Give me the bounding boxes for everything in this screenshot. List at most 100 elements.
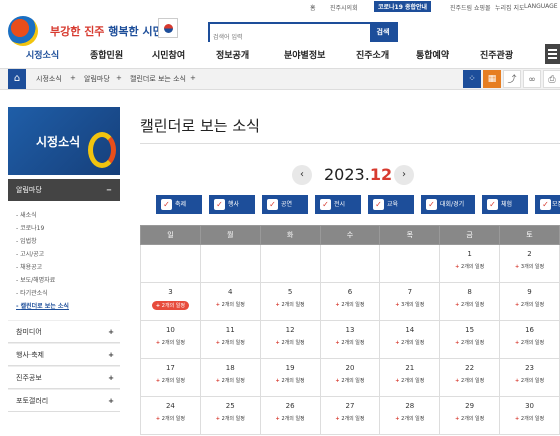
filter-event[interactable]: ✓ 행사 — [209, 195, 255, 214]
calendar-day-cell[interactable]: 28 + 2개의 일정 — [379, 396, 441, 435]
plus-icon[interactable]: + — [70, 74, 76, 82]
nav-item-civil-service[interactable]: 종합민원 — [90, 48, 123, 61]
calendar-day-cell[interactable]: 7 + 3개의 일정 — [379, 282, 441, 321]
calendar-day-cell[interactable]: 4 + 2개의 일정 — [199, 282, 261, 321]
sidebar-sub-item[interactable]: - 입법창 — [16, 236, 120, 249]
topbar-language-link[interactable]: LANGUAGE — [524, 3, 558, 10]
event-count-link[interactable]: + 2개의 일정 — [216, 339, 245, 346]
calendar-day-cell[interactable]: 21 + 2개의 일정 — [379, 358, 441, 397]
nav-item-reservation[interactable]: 통합예약 — [416, 48, 449, 61]
breadcrumb-item[interactable]: 시정소식 — [36, 74, 62, 84]
topbar-home-link[interactable]: 홈 — [310, 3, 316, 12]
event-count-link[interactable]: + 2개의 일정 — [335, 377, 364, 384]
sidebar-sub-item-current[interactable]: - 캘린더로 보는 소식 — [16, 301, 120, 314]
filter-festival[interactable]: ✓ 축제 — [156, 195, 202, 214]
sidebar-sub-item[interactable]: - 채용공고 — [16, 262, 120, 275]
sidebar-sub-item[interactable]: - 코로나19 — [16, 223, 120, 236]
event-count-link[interactable]: + 2개의 일정 — [156, 415, 185, 422]
calendar-day-cell[interactable]: 19 + 2개의 일정 — [259, 358, 321, 397]
print-icon[interactable]: ⎙ — [543, 70, 560, 88]
event-count-link[interactable]: + 2개의 일정 — [455, 339, 484, 346]
filter-education[interactable]: ✓ 교육 — [368, 195, 414, 214]
event-count-link[interactable]: + 2개의 일정 — [455, 415, 484, 422]
search-button[interactable]: 검색 — [370, 24, 396, 40]
nav-item-participation[interactable]: 시민참여 — [152, 48, 185, 61]
filter-competition[interactable]: ✓ 대회/경기 — [421, 195, 475, 214]
topbar-sitemap-link[interactable]: 누리집 지도 — [495, 3, 525, 12]
qr-code-icon[interactable]: ▦ — [483, 70, 501, 88]
topbar-mall-link[interactable]: 진주드림 쇼핑몰 — [450, 3, 491, 12]
calendar-day-cell[interactable]: 1 + 2개의 일정 — [439, 244, 501, 283]
topbar-covid-link[interactable]: 코로나19 종합안내 — [374, 1, 432, 12]
home-icon[interactable]: ⌂ — [8, 69, 26, 89]
topbar-council-link[interactable]: 진주시의회 — [330, 3, 358, 12]
calendar-day-cell[interactable]: 8 + 2개의 일정 — [439, 282, 501, 321]
sidebar-item-photo[interactable]: 포토갤러리 — [8, 389, 120, 413]
filter-exhibition[interactable]: ✓ 전시 — [315, 195, 361, 214]
calendar-day-cell[interactable]: 2 + 3개의 일정 — [499, 244, 560, 283]
event-count-link[interactable]: + 2개의 일정 — [276, 339, 305, 346]
nav-item-about-jinju[interactable]: 진주소개 — [356, 48, 389, 61]
calendar-day-cell[interactable]: 17 + 2개의 일정 — [140, 358, 201, 397]
calendar-day-cell[interactable]: 30 + 2개의 일정 — [499, 396, 560, 435]
event-count-link[interactable]: + 2개의 일정 — [276, 415, 305, 422]
sns-share-icon[interactable]: ⁘ — [463, 70, 481, 88]
event-count-link[interactable]: + 2개의 일정 — [335, 415, 364, 422]
event-count-link[interactable]: + 2개의 일정 — [395, 377, 424, 384]
calendar-day-cell[interactable]: 15 + 2개의 일정 — [439, 320, 501, 359]
calendar-day-cell[interactable]: 5 + 2개의 일정 — [259, 282, 321, 321]
event-count-link[interactable]: + 2개의 일정 — [151, 301, 189, 310]
event-count-link[interactable]: + 2개의 일정 — [515, 377, 544, 384]
sidebar-sub-item[interactable]: - 고시/공고 — [16, 249, 120, 262]
event-count-link[interactable]: + 2개의 일정 — [455, 263, 484, 270]
event-count-link[interactable]: + 2개의 일정 — [455, 301, 484, 308]
event-count-link[interactable]: + 2개의 일정 — [455, 377, 484, 384]
calendar-day-cell[interactable]: 24 + 2개의 일정 — [140, 396, 201, 435]
link-icon[interactable]: ∞ — [523, 70, 541, 88]
calendar-day-cell[interactable]: 10 + 2개의 일정 — [140, 320, 201, 359]
event-count-link[interactable]: + 2개의 일정 — [395, 339, 424, 346]
event-count-link[interactable]: + 2개의 일정 — [156, 339, 185, 346]
event-count-link[interactable]: + 2개의 일정 — [216, 415, 245, 422]
next-month-button[interactable]: › — [394, 165, 414, 185]
event-count-link[interactable]: + 2개의 일정 — [216, 301, 245, 308]
sidebar-sub-item[interactable]: - 새소식 — [16, 210, 120, 223]
event-count-link[interactable]: + 2개의 일정 — [335, 301, 364, 308]
calendar-day-cell[interactable]: 29 + 2개의 일정 — [439, 396, 501, 435]
sidebar-item-media[interactable]: 참미디어 — [8, 320, 120, 344]
calendar-day-cell[interactable]: 14 + 2개의 일정 — [379, 320, 441, 359]
all-menu-icon[interactable] — [545, 44, 560, 64]
jinju-logo[interactable] — [8, 16, 38, 46]
calendar-day-cell[interactable]: 18 + 2개의 일정 — [199, 358, 261, 397]
calendar-day-cell[interactable]: 20 + 2개의 일정 — [319, 358, 381, 397]
event-count-link[interactable]: + 2개의 일정 — [216, 377, 245, 384]
calendar-day-cell[interactable]: 22 + 2개의 일정 — [439, 358, 501, 397]
calendar-day-cell[interactable]: 12 + 2개의 일정 — [259, 320, 321, 359]
share-icon[interactable]: ⤴ — [503, 70, 521, 88]
event-count-link[interactable]: + 3개의 일정 — [395, 301, 424, 308]
event-count-link[interactable]: + 3개의 일정 — [515, 263, 544, 270]
event-count-link[interactable]: + 2개의 일정 — [156, 377, 185, 384]
nav-item-tourism[interactable]: 진주관광 — [480, 48, 513, 61]
calendar-day-cell[interactable]: 13 + 2개의 일정 — [319, 320, 381, 359]
event-count-link[interactable]: + 2개의 일정 — [515, 301, 544, 308]
filter-experience[interactable]: ✓ 체험 — [482, 195, 528, 214]
calendar-day-cell[interactable]: 23 + 2개의 일정 — [499, 358, 560, 397]
calendar-day-cell[interactable]: 6 + 2개의 일정 — [319, 282, 381, 321]
event-count-link[interactable]: + 2개의 일정 — [395, 415, 424, 422]
event-count-link[interactable]: + 2개의 일정 — [515, 415, 544, 422]
nav-item-city-news[interactable]: 시정소식 — [26, 48, 59, 61]
filter-recruit[interactable]: ✓모집 — [535, 195, 560, 214]
calendar-day-cell[interactable]: 9 + 2개의 일정 — [499, 282, 560, 321]
calendar-day-cell[interactable]: 16 + 2개의 일정 — [499, 320, 560, 359]
event-count-link[interactable]: + 2개의 일정 — [276, 301, 305, 308]
plus-icon[interactable]: + — [190, 74, 196, 82]
nav-item-field-info[interactable]: 분야별정보 — [284, 48, 325, 61]
sidebar-sub-item[interactable]: - 타기관소식 — [16, 288, 120, 301]
event-count-link[interactable]: + 2개의 일정 — [515, 339, 544, 346]
calendar-day-cell[interactable]: 3 + 2개의 일정 — [140, 282, 201, 321]
calendar-day-cell[interactable]: 25 + 2개의 일정 — [199, 396, 261, 435]
sidebar-sub-item[interactable]: - 보도/해명자료 — [16, 275, 120, 288]
sidebar-item-festival[interactable]: 행사·축제 — [8, 343, 120, 367]
calendar-day-cell[interactable]: 26 + 2개의 일정 — [259, 396, 321, 435]
